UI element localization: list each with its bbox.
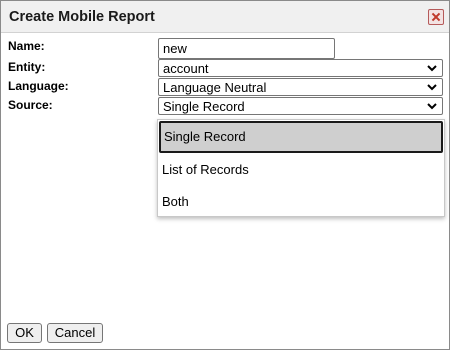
source-option-both[interactable]: Both — [158, 186, 444, 218]
language-label: Language: — [8, 79, 69, 93]
ok-button[interactable]: OK — [7, 323, 42, 343]
chevron-down-icon — [426, 100, 438, 112]
source-option-list-of-records[interactable]: List of Records — [158, 154, 444, 186]
language-select-value: Language Neutral — [163, 80, 267, 95]
name-input[interactable] — [158, 38, 335, 59]
entity-label: Entity: — [8, 60, 46, 74]
source-select[interactable]: Single Record — [158, 97, 443, 115]
language-select[interactable]: Language Neutral — [158, 78, 443, 96]
dialog-titlebar: Create Mobile Report — [1, 1, 449, 33]
dialog-title: Create Mobile Report — [9, 9, 155, 25]
chevron-down-icon — [426, 62, 438, 74]
source-select-value: Single Record — [163, 99, 245, 114]
source-label: Source: — [8, 98, 53, 112]
chevron-down-icon — [426, 81, 438, 93]
cancel-button[interactable]: Cancel — [47, 323, 103, 343]
source-dropdown-list: Single Record List of Records Both — [157, 119, 445, 217]
entity-select-value: account — [163, 61, 209, 76]
close-icon[interactable] — [428, 9, 444, 25]
source-option-single-record[interactable]: Single Record — [159, 121, 443, 153]
create-mobile-report-dialog: Create Mobile Report Name: Entity: accou… — [0, 0, 450, 350]
entity-select[interactable]: account — [158, 59, 443, 77]
name-label: Name: — [8, 39, 45, 53]
